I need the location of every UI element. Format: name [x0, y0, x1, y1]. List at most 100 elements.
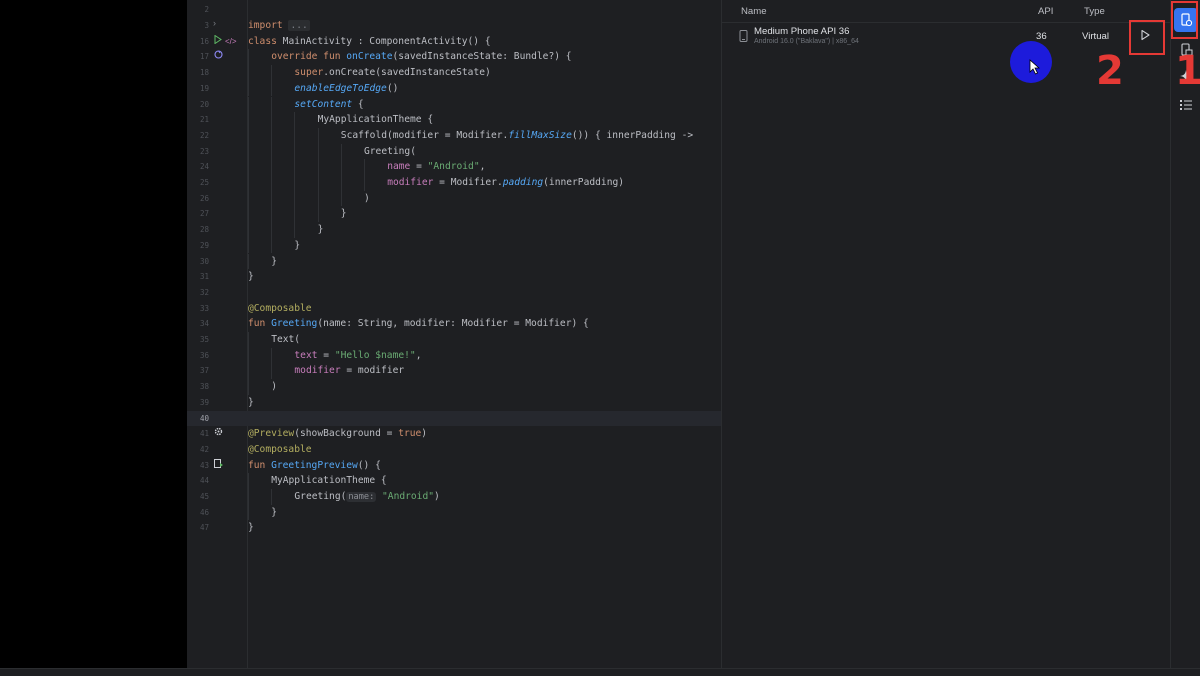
- code-text: Greeting(: [364, 144, 416, 160]
- code-token: ): [421, 428, 428, 440]
- line-number: 16: [199, 36, 209, 46]
- code-token: (showBackground =: [294, 428, 399, 440]
- code-line[interactable]: 45 Greeting(name: "Android"): [187, 489, 721, 505]
- line-number: 30: [199, 256, 209, 266]
- indent-guide: [364, 159, 365, 175]
- line-number: 47: [199, 523, 209, 533]
- code-line[interactable]: 29}: [187, 237, 721, 254]
- code-line[interactable]: 18 super.onCreate(savedInstanceState): [187, 65, 721, 81]
- line-number: 27: [199, 209, 209, 219]
- device-manager-tool-button[interactable]: [1174, 8, 1198, 32]
- code-line[interactable]: 42 @Composable: [187, 442, 721, 458]
- line-number: 41: [199, 429, 209, 439]
- column-type[interactable]: Type: [1084, 6, 1105, 17]
- code-line[interactable]: 3 › import ...: [187, 18, 721, 34]
- code-token: }: [340, 208, 347, 220]
- column-name[interactable]: Name: [741, 6, 767, 17]
- code-line[interactable]: 25 modifier = Modifier.padding(innerPaddi…: [187, 175, 721, 191]
- code-editor[interactable]: 2 3 › import ... 16 </> class MainActivity : C…: [187, 0, 721, 668]
- indent-guide: [271, 222, 273, 238]
- indent-guide: [248, 473, 249, 489]
- run-device-button[interactable]: [1138, 28, 1152, 42]
- code-text: setContent {: [294, 97, 363, 113]
- code-line[interactable]: 21 MyApplicationTheme {: [187, 112, 721, 128]
- indent-guide: [271, 159, 273, 175]
- code-token: name: [387, 161, 411, 173]
- indent-guide: [248, 65, 249, 81]
- indent-guide: [271, 190, 273, 207]
- indent-guide: [317, 190, 319, 207]
- annotation-label-2: 2: [1096, 48, 1124, 94]
- indent-guide: [248, 49, 249, 66]
- code-line[interactable]: 44 MyApplicationTheme {: [187, 473, 721, 489]
- line-number: 40: [199, 413, 209, 423]
- line-number: 17: [199, 52, 209, 62]
- code-line[interactable]: 39}: [187, 395, 721, 411]
- indent-guide: [271, 127, 273, 144]
- code-line[interactable]: 26): [187, 190, 721, 207]
- code-line[interactable]: 28}: [187, 222, 721, 238]
- line-number: 29: [199, 240, 209, 250]
- code-line[interactable]: 40: [187, 410, 721, 427]
- code-line[interactable]: 17 override fun onCreate(savedInstanceSta…: [187, 49, 721, 66]
- code-token: }: [271, 506, 277, 518]
- code-text: @Composable: [248, 442, 312, 458]
- gutter-icon: [214, 49, 223, 65]
- code-line[interactable]: 16 </> class MainActivity : ComponentActiv…: [187, 34, 721, 50]
- indent-guide: [248, 127, 249, 144]
- line-number: 24: [199, 162, 209, 172]
- code-line[interactable]: 20 setContent {: [187, 96, 721, 113]
- device-subtitle: Android 16.0 ("Baklava") | x86_64: [754, 38, 859, 45]
- code-line[interactable]: 46}: [187, 504, 721, 521]
- run-gutter-icon: [214, 34, 222, 45]
- gutter-icon[interactable]: </>: [214, 34, 237, 50]
- indent-guide: [248, 143, 249, 160]
- indent-guide: [317, 206, 319, 223]
- code-line[interactable]: 22 Scaffold(modifier = Modifier.fillMaxSi…: [187, 127, 721, 144]
- code-line[interactable]: 41 @Preview(showBackground = true): [187, 426, 721, 442]
- right-tool-strip: [1170, 0, 1200, 668]
- code-line[interactable]: 24 name = "Android",: [187, 159, 721, 175]
- code-line[interactable]: 36 text = "Hello $name!",: [187, 347, 721, 364]
- gutter-icon[interactable]: [214, 426, 223, 442]
- gutter-icon[interactable]: [214, 458, 224, 474]
- code-line[interactable]: 30}: [187, 253, 721, 270]
- code-text: }: [248, 520, 254, 536]
- fold-placeholder[interactable]: ...: [288, 20, 310, 31]
- indent-guide: [248, 206, 249, 223]
- line-number: 45: [199, 492, 209, 501]
- code-line[interactable]: 19 enableEdgeToEdge(): [187, 80, 721, 97]
- code-line[interactable]: 37 modifier = modifier: [187, 363, 721, 380]
- code-text: ): [364, 191, 370, 207]
- code-line[interactable]: 38): [187, 379, 721, 395]
- indent-guide: [248, 80, 249, 97]
- code-token: (name: String, modifier: Modifier = Modi…: [317, 318, 589, 330]
- code-line[interactable]: 33 @Composable: [187, 301, 721, 317]
- code-text: }: [271, 505, 277, 521]
- code-line[interactable]: 2: [187, 2, 721, 18]
- code-text: MyApplicationTheme {: [318, 112, 434, 128]
- code-token: super: [294, 67, 324, 79]
- code-token: "Android": [382, 491, 435, 502]
- code-line[interactable]: 23 Greeting(: [187, 143, 721, 160]
- code-line[interactable]: 27}: [187, 206, 721, 223]
- code-line[interactable]: 32: [187, 285, 721, 301]
- code-line[interactable]: 34 fun Greeting(name: String, modifier: M…: [187, 316, 721, 332]
- code-line[interactable]: 31}: [187, 269, 721, 285]
- line-number: 25: [199, 178, 209, 187]
- code-line[interactable]: 43 fun GreetingPreview() {: [187, 458, 721, 474]
- line-number: 33: [199, 303, 209, 313]
- code-token: override fun: [271, 51, 341, 63]
- code-line[interactable]: 35 Text(: [187, 332, 721, 348]
- code-token: {: [352, 98, 364, 110]
- indent-guide: [340, 159, 342, 175]
- indent-guide: [294, 112, 296, 128]
- indent-guide: [294, 222, 296, 238]
- column-api[interactable]: API: [1038, 6, 1053, 17]
- code-line[interactable]: 47}: [187, 520, 721, 536]
- structure-tool-button[interactable]: [1174, 93, 1198, 117]
- code-token: @Preview: [248, 428, 295, 440]
- code-text: }: [318, 222, 324, 238]
- code-token: MyApplicationTheme {: [271, 475, 387, 487]
- indent-guide: [340, 143, 342, 160]
